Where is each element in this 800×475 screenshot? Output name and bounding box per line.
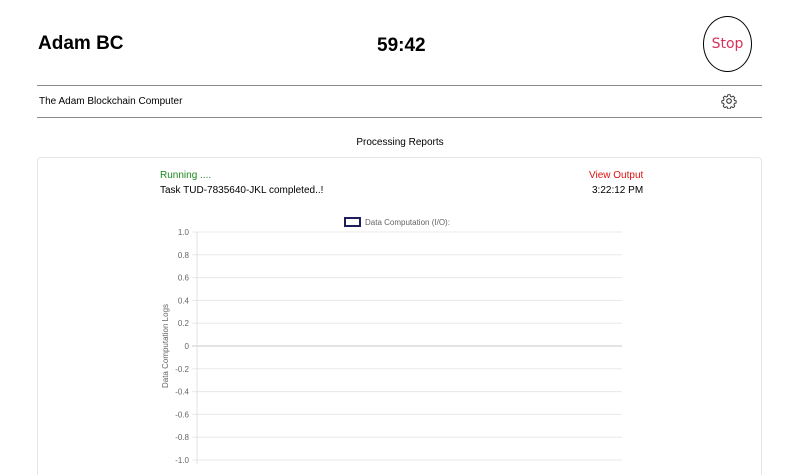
task-message: Task TUD-7835640-JKL completed..!: [160, 185, 324, 196]
legend-swatch: [344, 217, 361, 227]
computation-chart: Data Computation (I/O): 1.0 0.8 0.6 0.4 0.2 0 -…: [161, 217, 622, 465]
y-tick-label: 0: [185, 342, 190, 351]
y-tick-label: 0.2: [178, 319, 190, 328]
status-text: Running ....: [160, 170, 212, 181]
y-tick-label: 0.6: [178, 274, 190, 283]
y-tick-label: -1.0: [175, 456, 189, 465]
y-tick-label: 1.0: [178, 228, 190, 237]
section-title: Processing Reports: [356, 137, 444, 148]
view-output-link[interactable]: View Output: [589, 170, 643, 181]
gear-icon: [721, 94, 737, 110]
y-tick-label: -0.2: [175, 365, 189, 374]
header-divider: [37, 85, 762, 86]
subheader-divider: [37, 117, 762, 118]
settings-button[interactable]: [721, 93, 737, 110]
y-tick-label: -0.6: [175, 410, 189, 419]
y-tick-label: -0.4: [175, 388, 189, 397]
y-tick-label: 0.4: [178, 296, 190, 305]
y-axis-label: Data Computation Logs: [161, 304, 170, 388]
app-title: Adam BC: [38, 33, 124, 54]
task-time: 3:22:12 PM: [592, 185, 644, 196]
y-tick-label: -0.8: [175, 433, 189, 442]
legend-label: Data Computation (I/O):: [365, 218, 450, 227]
timer: 59:42: [377, 35, 426, 56]
stop-button[interactable]: Stop: [703, 16, 752, 72]
subtitle: The Adam Blockchain Computer: [39, 96, 183, 107]
y-tick-label: 0.8: [178, 251, 190, 260]
